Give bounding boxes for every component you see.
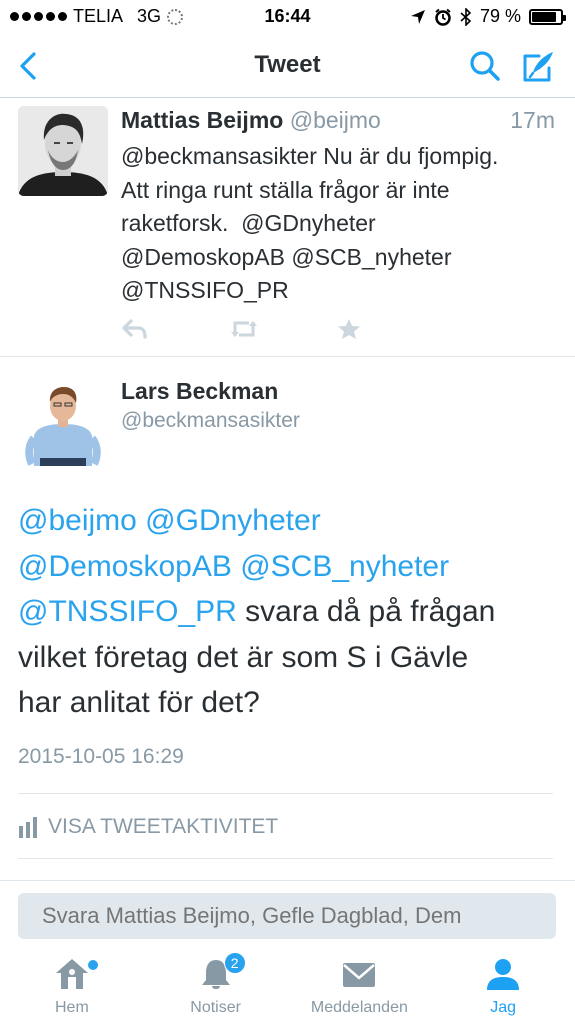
retweet-button[interactable] (229, 317, 337, 341)
tab-messages[interactable]: Meddelanden (288, 946, 432, 1024)
battery-fill (532, 11, 556, 22)
status-right: 79 % (410, 6, 566, 27)
tweet-actions (121, 317, 445, 341)
tweet-timestamp: 2015-10-05 16:29 (18, 745, 184, 768)
search-icon (470, 51, 500, 81)
divider (18, 793, 553, 794)
tweet-text-line: raketforsk. @GDnyheter (121, 210, 376, 236)
view-tweet-activity-button[interactable]: VISA TWEETAKTIVITET (18, 815, 278, 839)
tab-notifications[interactable]: 2 Notiser (144, 946, 288, 1024)
tweet-text: @beckmansasikter Nu är du fjompig. Att r… (121, 140, 555, 308)
tweet-text-line: @TNSSIFO_PR svara då på frågan (18, 589, 563, 635)
author-name[interactable]: Mattias Beijmo (121, 107, 283, 133)
notification-count-badge: 2 (223, 952, 246, 974)
reply-button[interactable] (121, 317, 229, 341)
tweet-header: Mattias Beijmo @beijmo 17m (121, 106, 555, 134)
tab-label: Hem (54, 999, 89, 1016)
tab-me[interactable]: Jag (431, 946, 575, 1024)
tweet-text-line: @TNSSIFO_PR (121, 277, 289, 303)
battery-percent: 79 % (479, 6, 521, 26)
tweet-text-line: @DemoskopAB @SCB_nyheter (121, 243, 452, 270)
envelope-icon (343, 963, 376, 987)
compose-tweet-button[interactable] (519, 46, 559, 86)
search-button[interactable] (465, 46, 505, 86)
tweet-text-line: vilket företag det är som S i Gävle (18, 640, 469, 674)
location-arrow-icon (410, 9, 425, 24)
mention-line[interactable]: @beijmo @GDnyheter (18, 498, 563, 544)
retweet-icon (231, 321, 257, 337)
detail-tweet-text: @beijmo @GDnyheter @DemoskopAB @SCB_nyhe… (18, 498, 563, 726)
divider (18, 858, 553, 859)
status-bar: TELIA 3G 16:44 79 % (0, 0, 575, 34)
author-handle[interactable]: @beckmansasikter (121, 409, 300, 433)
back-button[interactable] (10, 46, 50, 86)
compose-icon (523, 52, 553, 82)
tab-label: Notiser (190, 999, 241, 1016)
parent-tweet[interactable]: Mattias Beijmo @beijmo 17m @beckmansasik… (0, 99, 575, 357)
tab-label: Jag (490, 999, 517, 1016)
tweet-time: 17m (510, 107, 555, 133)
tweet-text-fragment: svara då på frågan (236, 595, 496, 628)
tab-home[interactable]: Hem (0, 946, 144, 1024)
avatar[interactable] (18, 376, 108, 466)
tweet-text-line: Att ringa runt ställa frågor är inte (121, 176, 450, 203)
bluetooth-icon (460, 7, 472, 26)
reply-icon (122, 319, 147, 339)
new-content-dot (87, 960, 98, 970)
author-name[interactable]: Lars Beckman (121, 378, 278, 405)
chevron-left-icon (20, 52, 36, 80)
reply-input[interactable] (18, 893, 556, 939)
battery-icon (529, 8, 566, 25)
alarm-clock-icon (435, 8, 451, 26)
tweet-text-line: @beckmansasikter Nu är du fjompig. (121, 143, 499, 169)
avatar-photo-lars (18, 376, 108, 466)
tab-label: Meddelanden (310, 999, 408, 1016)
tab-bar: Hem 2 Notiser Meddelanden Jag (0, 946, 575, 1024)
person-icon (487, 959, 520, 990)
mention-link[interactable]: @TNSSIFO_PR (18, 595, 237, 628)
navigation-bar: Tweet (0, 34, 575, 98)
avatar[interactable] (18, 106, 108, 196)
favorite-button[interactable] (337, 317, 445, 341)
tweet-text-line: har anlitat för det? (18, 686, 260, 719)
home-icon (55, 959, 88, 989)
bar-chart-icon (19, 817, 37, 838)
avatar-photo-mattias (18, 106, 108, 196)
reply-bar (0, 880, 575, 946)
author-handle[interactable]: @beijmo (290, 107, 381, 133)
detail-tweet-header: Lars Beckman @beckmansasikter (0, 358, 575, 488)
mention-line[interactable]: @DemoskopAB @SCB_nyheter (18, 544, 563, 590)
activity-label: VISA TWEETAKTIVITET (48, 815, 279, 838)
favorite-icon (338, 319, 360, 339)
